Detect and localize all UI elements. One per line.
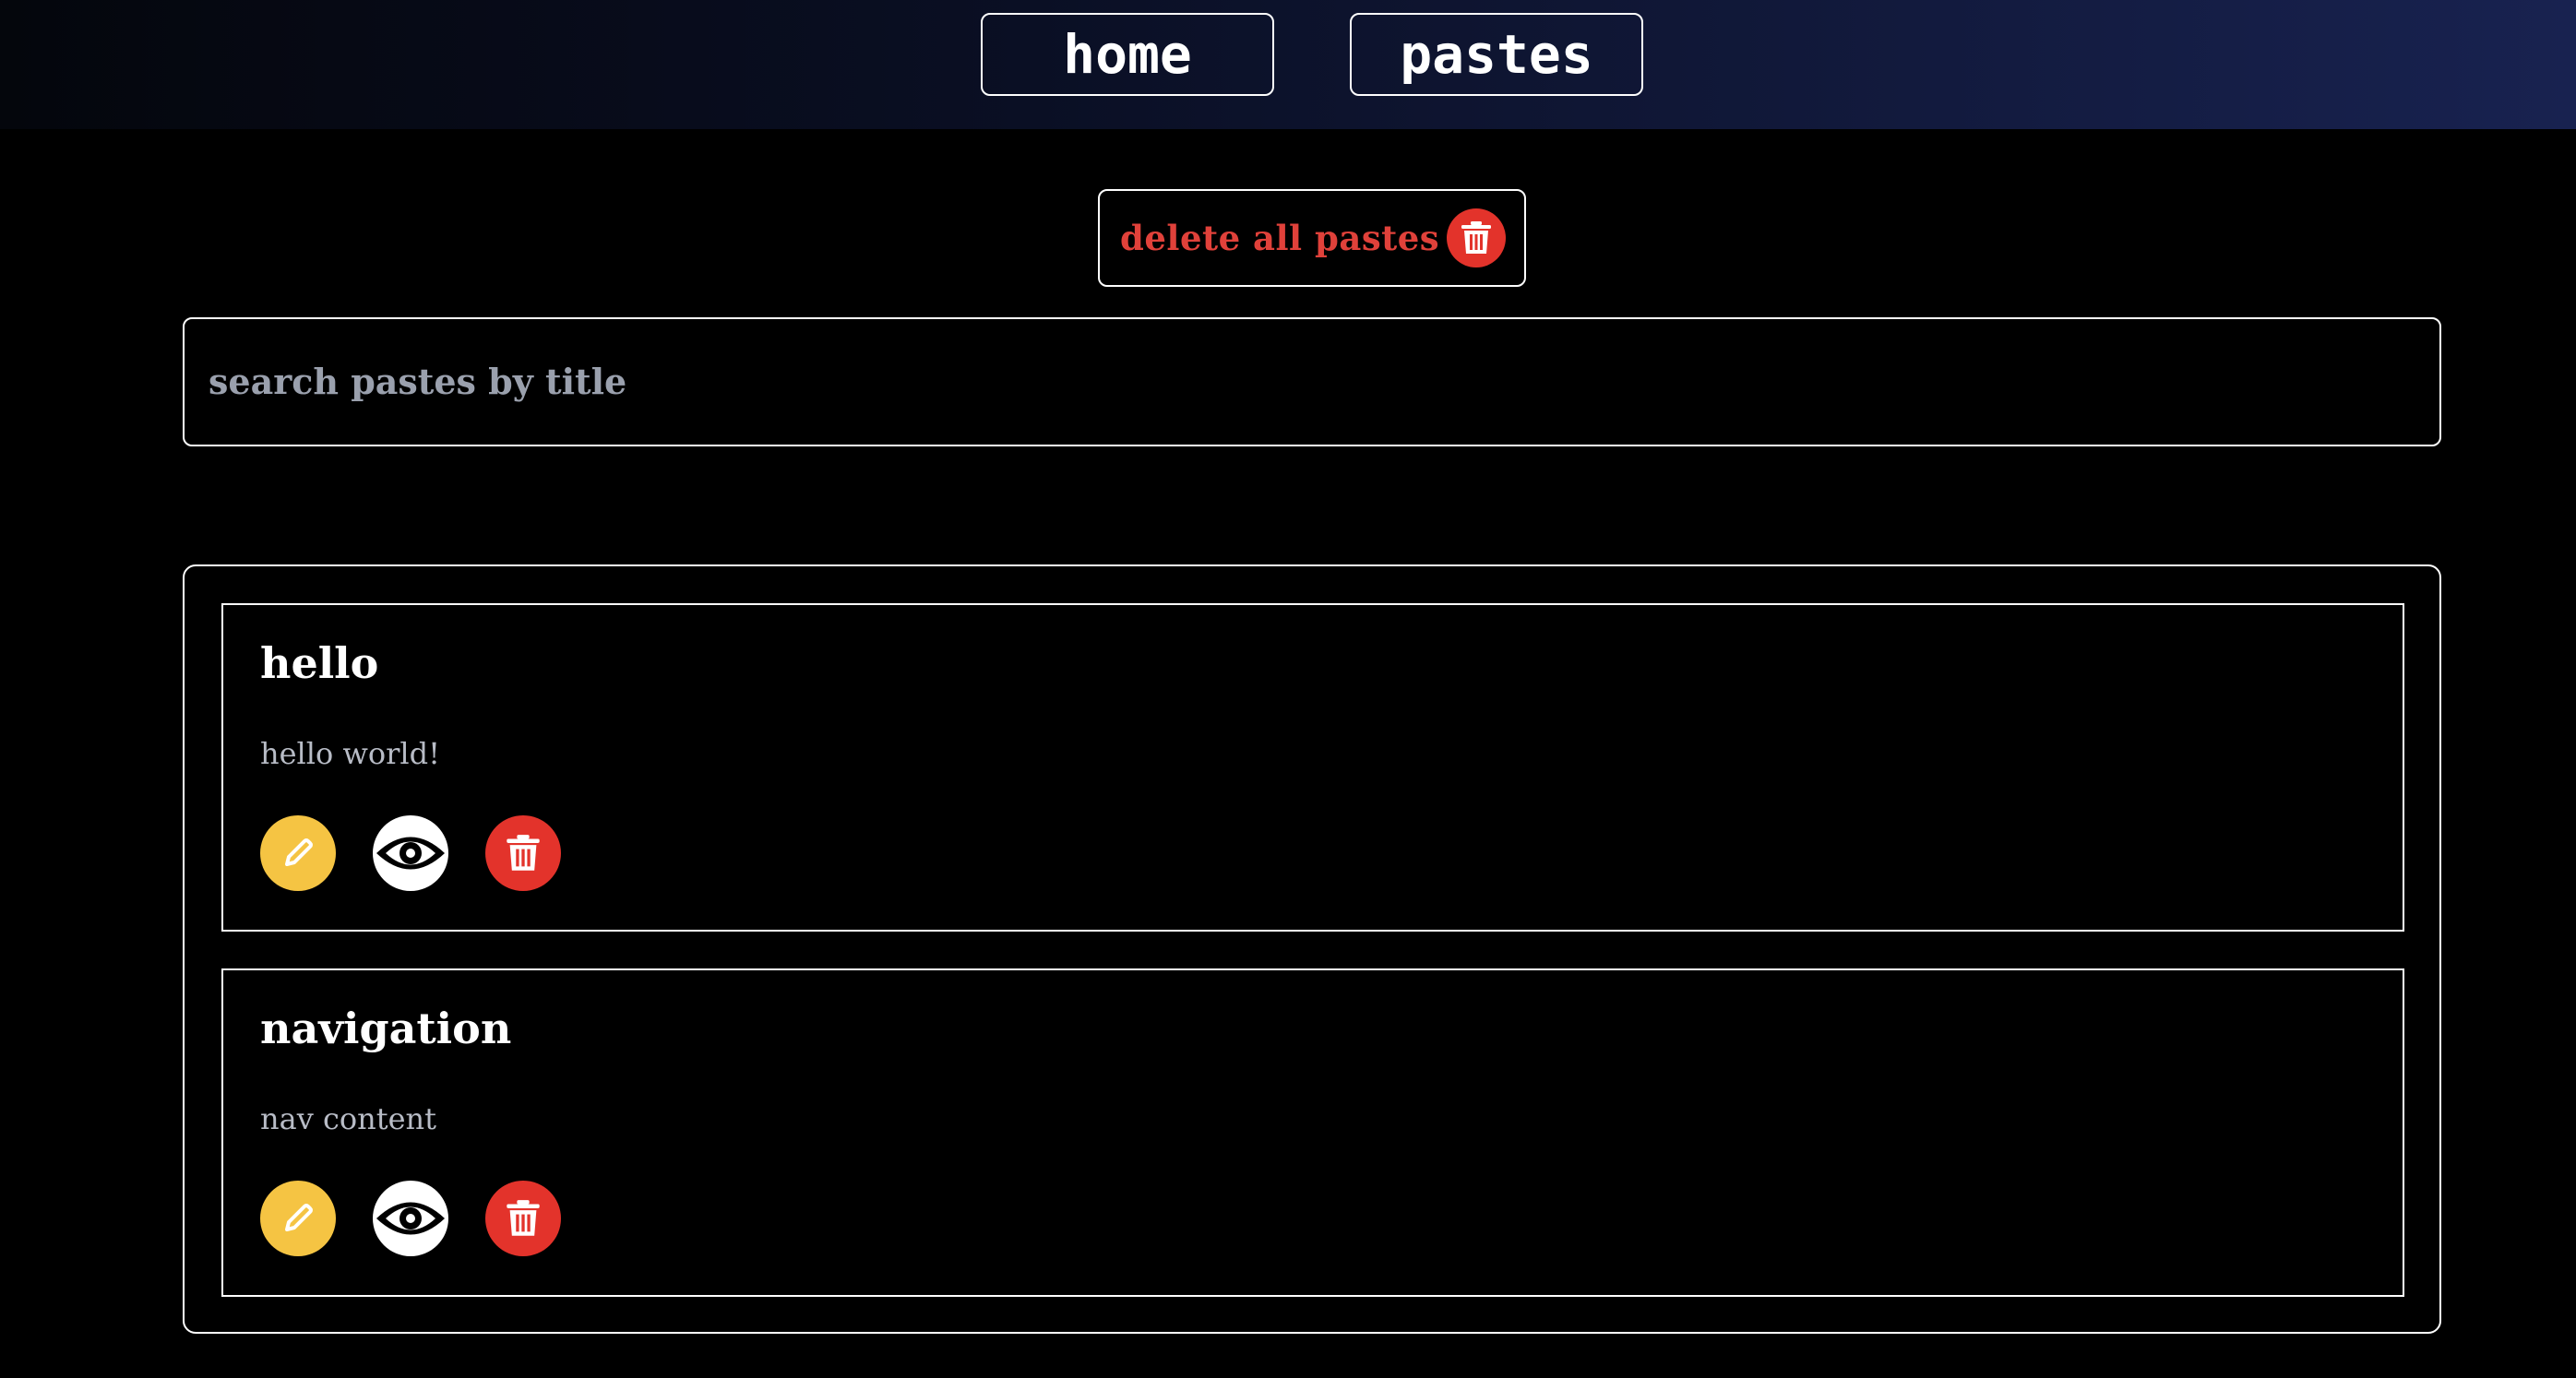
paste-list: hello hello world! navigation nav conten…	[183, 564, 2441, 1334]
home-nav-button[interactable]: home	[981, 13, 1274, 96]
search-pastes-input[interactable]	[183, 317, 2441, 446]
paste-content: nav content	[260, 1101, 436, 1136]
edit-paste-button[interactable]	[260, 815, 336, 891]
view-paste-button[interactable]	[373, 1181, 448, 1256]
top-navigation-bar: home pastes	[0, 0, 2576, 129]
trash-icon	[1447, 208, 1507, 267]
eye-icon	[376, 837, 445, 870]
view-paste-button[interactable]	[373, 815, 448, 891]
pencil-icon	[285, 1204, 313, 1231]
trash-icon	[507, 835, 540, 871]
trash-icon	[507, 1200, 540, 1236]
delete-all-label: delete all pastes	[1120, 218, 1440, 258]
paste-actions	[260, 815, 561, 891]
paste-title: hello	[260, 638, 379, 688]
paste-card: hello hello world!	[221, 603, 2404, 932]
delete-paste-button[interactable]	[485, 1181, 561, 1256]
delete-all-pastes-button[interactable]: delete all pastes	[1098, 189, 1526, 287]
pencil-icon	[285, 838, 313, 866]
eye-icon	[376, 1202, 445, 1235]
paste-actions	[260, 1181, 561, 1256]
edit-paste-button[interactable]	[260, 1181, 336, 1256]
paste-title: navigation	[260, 1004, 512, 1053]
paste-content: hello world!	[260, 736, 440, 771]
paste-card: navigation nav content	[221, 968, 2404, 1297]
delete-paste-button[interactable]	[485, 815, 561, 891]
pastes-nav-button[interactable]: pastes	[1350, 13, 1643, 96]
